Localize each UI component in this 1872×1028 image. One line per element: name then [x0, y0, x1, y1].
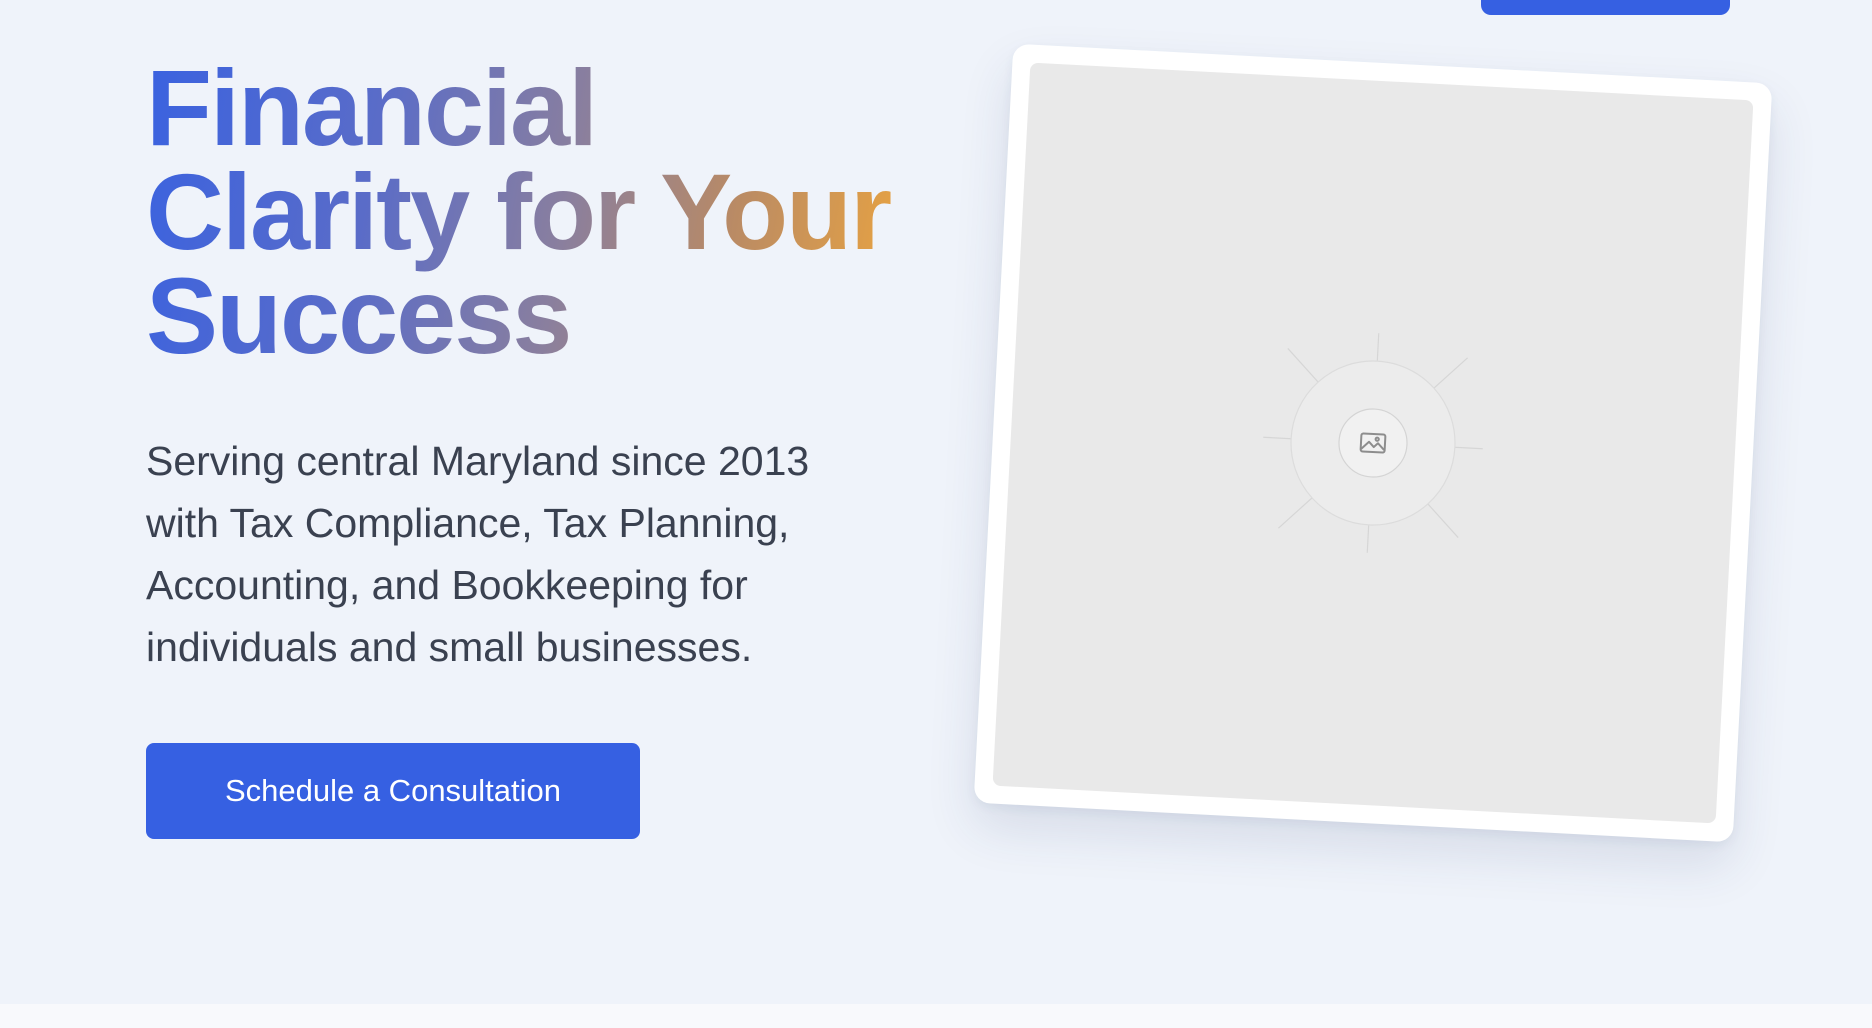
headline-line-3: Success: [146, 255, 571, 376]
hero-subtext: Serving central Maryland since 2013 with…: [146, 438, 810, 670]
hero-image-frame: [973, 43, 1773, 843]
headline-line-2: Clarity for Your: [146, 151, 891, 272]
image-placeholder-icon: [1263, 333, 1483, 553]
headline-line-1: Financial: [146, 47, 597, 168]
hero-headline: Financial Clarity for Your Success: [146, 56, 906, 368]
hero-section: Financial Clarity for Your Success Servi…: [0, 0, 1872, 1004]
schedule-consultation-button[interactable]: Schedule a Consultation: [146, 743, 640, 839]
hero-image-placeholder: [992, 62, 1754, 824]
next-section-edge: [0, 1004, 1872, 1028]
nav-cta-button[interactable]: [1481, 0, 1730, 15]
